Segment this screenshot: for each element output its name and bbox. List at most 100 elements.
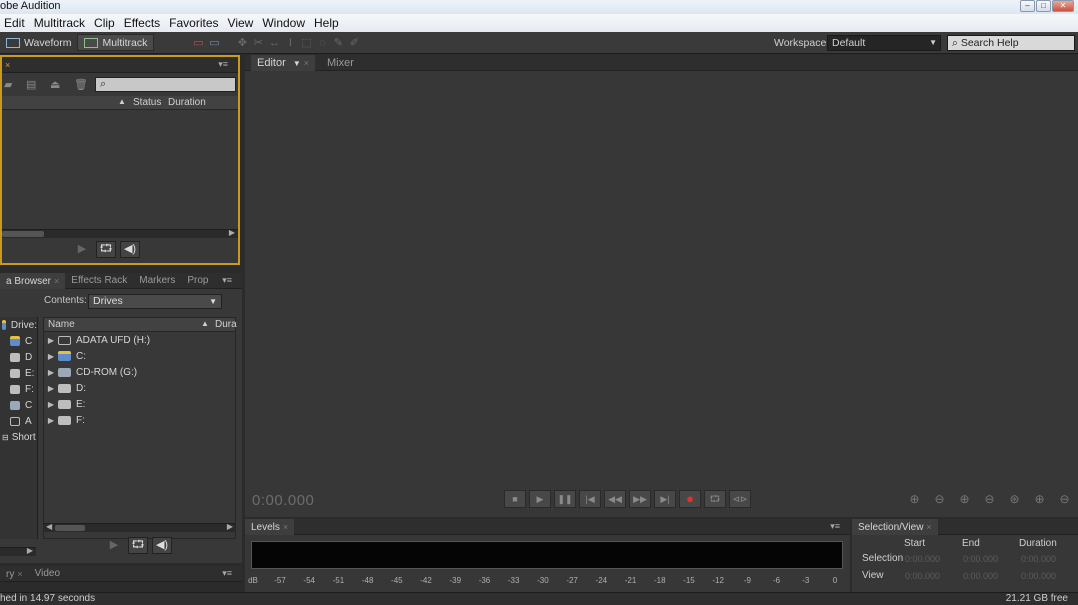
menu-effects[interactable]: Effects (120, 16, 165, 30)
expand-arrow-icon[interactable]: ▶ (44, 352, 58, 361)
menu-clip[interactable]: Clip (90, 16, 120, 30)
play-icon[interactable]: ▶ (104, 537, 124, 554)
list-item[interactable]: ▶ F: (44, 412, 235, 428)
maximize-button[interactable]: □ (1036, 0, 1051, 12)
tab-video[interactable]: Video (29, 566, 66, 582)
close-icon[interactable]: × (5, 60, 10, 70)
duration-column-header[interactable]: Dura (215, 319, 237, 330)
tab-properties[interactable]: Prop (181, 273, 214, 289)
tree-item[interactable]: A (0, 413, 37, 429)
close-icon[interactable]: × (283, 522, 288, 532)
menu-help[interactable]: Help (310, 16, 344, 30)
minimize-button[interactable]: – (1020, 0, 1035, 12)
panel-menu-icon[interactable]: ▾≡ (218, 59, 228, 70)
close-icon[interactable]: × (304, 58, 309, 68)
autoplay-icon[interactable]: ◀) (120, 241, 140, 258)
tab-history[interactable]: ry × (0, 566, 29, 582)
tab-mixer[interactable]: Mixer (321, 55, 360, 71)
tab-levels[interactable]: Levels × (245, 518, 295, 535)
tree-scrollbar[interactable]: ▶ (0, 546, 36, 556)
stop-button[interactable]: ■ (504, 490, 526, 508)
selection-duration-field[interactable]: 0:00.000 (1021, 554, 1056, 564)
expand-arrow-icon[interactable]: ▶ (44, 384, 58, 393)
spot-healing-icon[interactable]: ✐ (346, 36, 362, 50)
tree-item[interactable]: C (0, 397, 37, 413)
menu-view[interactable]: View (224, 16, 259, 30)
close-button[interactable]: ✕ (1052, 0, 1074, 12)
tree-item[interactable]: ⊟ Short (0, 429, 37, 445)
view-end-field[interactable]: 0:00.000 (963, 571, 998, 581)
panel-menu-icon[interactable]: ▾≡ (830, 521, 840, 532)
search-help-input[interactable]: ⌕ Search Help (947, 35, 1075, 51)
menu-multitrack[interactable]: Multitrack (30, 16, 90, 30)
record-button[interactable]: ● (679, 490, 701, 508)
skip-selection-button[interactable]: ⊲⊳ (729, 490, 751, 508)
expand-arrow-icon[interactable]: ▶ (44, 336, 58, 345)
go-to-start-button[interactable]: |◀ (579, 490, 601, 508)
sort-ascending-icon[interactable]: ▲ (118, 97, 126, 106)
tab-effects-rack[interactable]: Effects Rack (65, 273, 133, 289)
close-icon[interactable]: × (926, 522, 931, 532)
razor-tool-icon[interactable]: ✂ (250, 36, 266, 50)
list-item[interactable]: ▶ E: (44, 396, 235, 412)
slip-tool-icon[interactable]: ↔ (266, 36, 282, 50)
zoom-in-point-icon[interactable]: ⊕ (1030, 492, 1049, 508)
zoom-out-time-icon[interactable]: ⊖ (980, 492, 999, 508)
multitrack-button[interactable]: Multitrack (77, 34, 155, 51)
tree-item[interactable]: E: (0, 365, 37, 381)
drive-list-scrollbar[interactable]: ◀ ▶ (43, 522, 236, 532)
fast-forward-button[interactable]: ▶▶ (629, 490, 651, 508)
lasso-icon[interactable]: ◌ (314, 36, 330, 50)
zoom-in-amplitude-icon[interactable]: ⊕ (905, 492, 924, 508)
brush-icon[interactable]: ✎ (330, 36, 346, 50)
tab-selection-view[interactable]: Selection/View × (852, 518, 938, 535)
panel-menu-icon[interactable]: ▾≡ (222, 568, 232, 579)
close-icon[interactable]: × (54, 276, 59, 286)
loop-playback-button[interactable]: ⮔ (704, 490, 726, 508)
zoom-in-time-icon[interactable]: ⊕ (955, 492, 974, 508)
duration-column-header[interactable]: Duration (168, 97, 206, 108)
menu-edit[interactable]: Edit (0, 16, 30, 30)
status-column-header[interactable]: Status (133, 97, 161, 108)
time-selection-icon[interactable]: I (282, 36, 298, 50)
spectral-frequency-icon[interactable]: ▭ (190, 36, 206, 50)
tab-media-browser[interactable]: a Browser × (0, 272, 66, 289)
tree-item[interactable]: F: (0, 381, 37, 397)
tab-markers[interactable]: Markers (133, 273, 181, 289)
contents-select[interactable]: Drives ▼ (88, 294, 222, 309)
menu-favorites[interactable]: Favorites (165, 16, 223, 30)
play-button[interactable]: ▶ (529, 490, 551, 508)
scroll-left-icon[interactable]: ◀ (46, 522, 52, 531)
scroll-thumb[interactable] (55, 525, 85, 531)
zoom-out-amplitude-icon[interactable]: ⊖ (930, 492, 949, 508)
expand-arrow-icon[interactable]: ▶ (44, 416, 58, 425)
list-item[interactable]: ▶ D: (44, 380, 235, 396)
loop-icon[interactable]: ⮔ (128, 537, 148, 554)
tab-editor[interactable]: Editor ▼ × (251, 55, 315, 71)
expand-arrow-icon[interactable]: ▶ (44, 400, 58, 409)
import-icon[interactable]: ⏏ (50, 80, 62, 91)
panel-menu-icon[interactable]: ▾≡ (222, 275, 232, 286)
tree-item[interactable]: C (0, 333, 37, 349)
zoom-full-icon[interactable]: ⊛ (1005, 492, 1024, 508)
marquee-icon[interactable]: ⬚ (298, 36, 314, 50)
close-icon[interactable]: × (17, 569, 22, 579)
menu-window[interactable]: Window (258, 16, 310, 30)
zoom-out-point-icon[interactable]: ⊖ (1055, 492, 1074, 508)
scroll-right-icon[interactable]: ▶ (227, 522, 233, 531)
files-search-input[interactable]: ⌕ (95, 77, 236, 92)
loop-icon[interactable]: ⮔ (96, 241, 116, 258)
list-item[interactable]: ▶ CD-ROM (G:) (44, 364, 235, 380)
sort-ascending-icon[interactable]: ▲ (201, 319, 209, 328)
delete-icon[interactable]: 🗑 (74, 80, 88, 91)
view-start-field[interactable]: 0:00.000 (905, 571, 940, 581)
move-tool-icon[interactable]: ✥ (234, 36, 250, 50)
view-duration-field[interactable]: 0:00.000 (1021, 571, 1056, 581)
list-item[interactable]: ▶ C: (44, 348, 235, 364)
open-file-icon[interactable]: ▰ (4, 80, 16, 91)
workspace-select[interactable]: Default ▼ (827, 35, 941, 51)
rewind-button[interactable]: ◀◀ (604, 490, 626, 508)
selection-start-field[interactable]: 0:00.000 (905, 554, 940, 564)
scroll-right-icon[interactable]: ▶ (27, 546, 33, 555)
scroll-right-icon[interactable]: ▶ (229, 228, 235, 237)
